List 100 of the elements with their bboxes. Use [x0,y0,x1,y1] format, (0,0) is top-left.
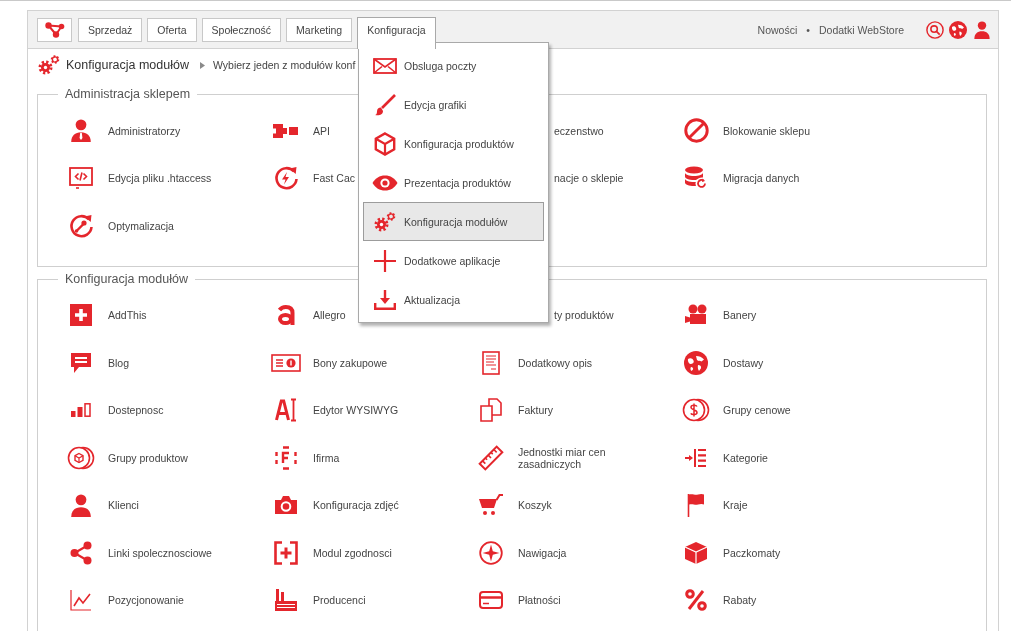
document-icon [482,350,500,375]
wrench-refresh-icon [68,212,94,239]
bullet-separator: • [806,23,810,36]
page-subtitle: Wybierz jeden z modułów konf [213,59,356,71]
module-link[interactable]: Fast Cac [273,165,355,192]
module-link[interactable]: eczenstwo [554,124,604,137]
search-icon[interactable] [926,20,944,39]
person-icon [71,493,91,517]
module-link[interactable]: Modul zgodnosci [273,540,392,565]
module-link[interactable]: ty produktów [554,309,614,322]
module-link[interactable]: Producenci [273,589,366,612]
module-link[interactable]: Pozycjonowanie [68,589,184,612]
cube-icon [374,131,396,156]
film-camera-icon [684,304,708,327]
line-chart-icon [70,589,92,612]
module-link[interactable]: Dostepnosc [68,403,164,418]
module-link[interactable]: Rabaty [683,589,757,612]
module-link[interactable]: Grupy cenowe [683,398,791,423]
download-icon [374,289,396,310]
gears-icon [38,55,60,75]
indent-list-icon [685,447,707,468]
gears-icon [374,211,396,232]
module-link[interactable]: Klienci [68,493,139,517]
menu-item[interactable]: Edycja grafiki [363,85,544,124]
module-link[interactable]: Edycja pliku .htaccess [68,167,212,190]
triangle-icon [200,61,205,69]
module-link[interactable]: Edytor WYSIWYG [273,398,399,423]
flag-icon [687,493,705,518]
module-link[interactable]: Płatności [478,591,561,610]
lightning-refresh-icon [273,165,299,192]
brush-icon [374,93,396,116]
module-link[interactable]: Faktury [478,398,553,423]
menu-item[interactable]: Konfiguracja produktów [363,124,544,163]
camera-icon [274,495,298,516]
module-link[interactable]: Bony zakupowe [273,353,388,372]
menu-item[interactable]: Konfiguracja modułów [363,202,544,241]
nav-tab[interactable]: Konfiguracja [357,17,436,49]
bar-chart-icon [71,403,91,418]
cube-coins-icon [67,445,95,470]
module-link[interactable]: nacje o sklepie [554,172,624,185]
page-title: Konfiguracja modułów [66,58,189,72]
module-link[interactable]: Blog [68,351,129,374]
module-link[interactable]: AddThis [68,304,147,327]
module-link[interactable]: Allegro [273,305,346,326]
plus-frame-icon [274,540,298,565]
envelope-icon [373,57,397,74]
user-tie-icon [71,119,91,143]
voucher-icon [271,353,301,372]
dollar-coins-icon [682,398,710,423]
module-link[interactable]: Konfiguracja zdjęć [273,495,399,516]
module-link[interactable]: Koszyk [478,494,552,517]
plus-square-icon [70,304,92,327]
percent-icon [685,589,707,612]
eye-icon [372,174,398,191]
ruler-icon [478,444,504,471]
prohibited-icon [683,118,709,144]
menu-item[interactable]: Aktualizacja [363,280,544,319]
nav-link[interactable]: Nowości [757,23,798,36]
text-cursor-icon [275,398,297,423]
module-link[interactable]: Grupy produktow [68,445,188,470]
code-window-icon [69,167,93,190]
globe-icon[interactable] [949,20,967,39]
nav-tab[interactable]: Oferta [147,17,197,42]
section-title: Administracja sklepem [64,87,192,102]
module-link[interactable]: Dostawy [683,350,764,375]
parcel-box-icon [684,540,708,565]
module-link[interactable]: Migracja danych [683,166,800,191]
module-link[interactable]: Kraje [683,493,748,518]
credit-card-icon [479,591,503,610]
module-link[interactable]: Dodatkowy opis [478,350,593,375]
module-link[interactable]: Administratorzy [68,119,181,143]
menu-item[interactable]: Obsluga poczty [363,46,544,85]
compass-icon [479,540,503,565]
nav-tab[interactable]: Marketing [286,17,353,42]
module-link[interactable]: Ifirma [273,445,340,470]
database-icon [684,166,708,191]
module-link[interactable]: Paczkomaty [683,540,781,565]
factory-icon [274,589,298,612]
nav-tab[interactable]: Społeczność [201,17,282,42]
logo-button[interactable] [37,17,72,42]
share-icon [70,540,92,565]
documents-icon [480,398,502,423]
module-link[interactable]: Nawigacja [478,540,567,565]
speech-bubble-icon [70,351,92,374]
module-link[interactable]: Optymalizacja [68,212,174,239]
module-link[interactable]: Kategorie [683,447,768,468]
f-frame-icon [275,445,297,470]
nav-link[interactable]: Dodatki WebStore [819,23,904,36]
network-icon [44,21,65,38]
nav-tab[interactable]: Sprzedaż [78,17,143,42]
module-link[interactable]: Linki spolecznosciowe [68,540,212,565]
module-link[interactable]: Jednostki miar cen zasadniczych [478,444,628,471]
module-link[interactable]: Blokowanie sklepu [683,118,810,144]
a-logo-icon [277,305,295,326]
connector-icon [273,123,299,138]
menu-item[interactable]: Dodatkowe aplikacje [363,241,544,280]
user-icon[interactable] [974,20,990,39]
menu-item[interactable]: Prezentacja produktów [363,163,544,202]
module-link[interactable]: Banery [683,304,757,327]
module-link[interactable]: API [273,123,330,138]
